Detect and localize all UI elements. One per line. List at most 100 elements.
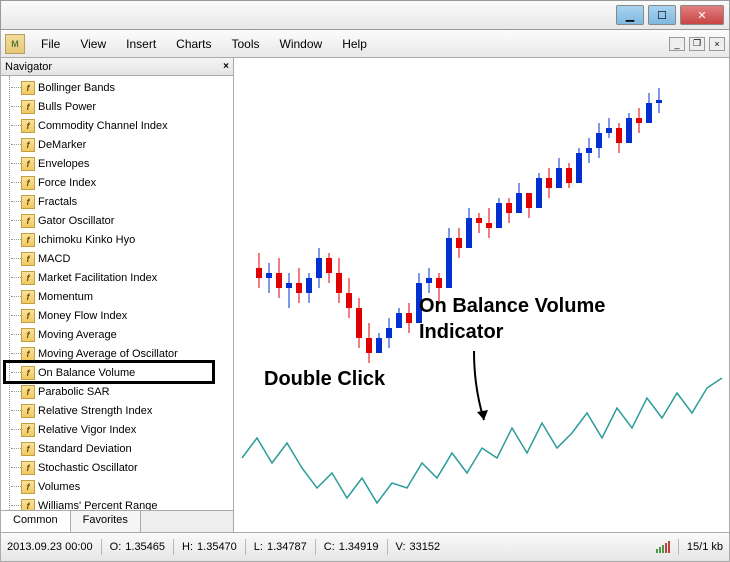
nav-tab-favorites[interactable]: Favorites (71, 511, 141, 532)
indicator-icon: f (21, 195, 35, 209)
mdi-close-button[interactable]: × (709, 37, 725, 51)
indicator-label: MACD (38, 253, 70, 265)
navigator-panel: Navigator × fBollinger BandsfBulls Power… (1, 58, 234, 532)
indicator-icon: f (21, 119, 35, 133)
chart-area[interactable]: Double Click On Balance Volume Indicator (234, 58, 729, 532)
menu-help[interactable]: Help (332, 33, 377, 55)
navigator-header: Navigator × (1, 58, 233, 76)
indicator-icon: f (21, 499, 35, 511)
indicator-label: Standard Deviation (38, 443, 132, 455)
navigator-tree[interactable]: fBollinger BandsfBulls PowerfCommodity C… (1, 76, 233, 510)
indicator-icon: f (21, 271, 35, 285)
indicator-icon: f (21, 214, 35, 228)
indicator-item[interactable]: fRelative Strength Index (21, 401, 233, 420)
indicator-item[interactable]: fMoney Flow Index (21, 306, 233, 325)
indicator-label: Bulls Power (38, 101, 96, 113)
indicator-icon: f (21, 442, 35, 456)
indicator-item[interactable]: fForce Index (21, 173, 233, 192)
indicator-label: Moving Average (38, 329, 117, 341)
obv-annotation-line2: Indicator (419, 321, 503, 344)
indicator-label: Bollinger Bands (38, 82, 115, 94)
double-click-annotation: Double Click (264, 368, 385, 391)
indicator-icon: f (21, 328, 35, 342)
status-kb: 15/1 kb (687, 541, 723, 553)
status-low-label: L: (254, 541, 263, 553)
nav-tab-common[interactable]: Common (1, 511, 71, 532)
indicator-item[interactable]: fIchimoku Kinko Hyo (21, 230, 233, 249)
indicator-icon: f (21, 366, 35, 380)
indicator-item[interactable]: fMomentum (21, 287, 233, 306)
indicator-label: Momentum (38, 291, 93, 303)
status-high: 1.35470 (197, 541, 237, 553)
status-low: 1.34787 (267, 541, 307, 553)
indicator-label: Commodity Channel Index (38, 120, 168, 132)
indicator-icon: f (21, 480, 35, 494)
status-open-label: O: (110, 541, 122, 553)
menu-file[interactable]: File (31, 33, 70, 55)
maximize-button[interactable]: ☐ (648, 5, 676, 25)
mdi-restore-button[interactable]: ❐ (689, 37, 705, 51)
indicator-icon: f (21, 252, 35, 266)
status-vol: 33152 (410, 541, 441, 553)
obv-annotation-line1: On Balance Volume (419, 295, 605, 318)
indicator-label: Moving Average of Oscillator (38, 348, 178, 360)
indicator-icon: f (21, 423, 35, 437)
status-close-label: C: (324, 541, 335, 553)
indicator-icon: f (21, 176, 35, 190)
indicator-item[interactable]: fMoving Average (21, 325, 233, 344)
indicator-item[interactable]: fMACD (21, 249, 233, 268)
menu-tools[interactable]: Tools (222, 33, 270, 55)
status-vol-label: V: (396, 541, 406, 553)
indicator-item[interactable]: fRelative Vigor Index (21, 420, 233, 439)
indicator-label: DeMarker (38, 139, 86, 151)
indicator-label: Envelopes (38, 158, 89, 170)
status-datetime: 2013.09.23 00:00 (7, 541, 93, 553)
indicator-label: Stochastic Oscillator (38, 462, 138, 474)
menu-insert[interactable]: Insert (116, 33, 166, 55)
indicator-label: Ichimoku Kinko Hyo (38, 234, 135, 246)
indicator-label: Force Index (38, 177, 96, 189)
indicator-icon: f (21, 290, 35, 304)
minimize-button[interactable]: ▁ (616, 5, 644, 25)
indicator-icon: f (21, 309, 35, 323)
status-high-label: H: (182, 541, 193, 553)
indicator-item[interactable]: fVolumes (21, 477, 233, 496)
indicator-item[interactable]: fGator Oscillator (21, 211, 233, 230)
status-close: 1.34919 (339, 541, 379, 553)
indicator-icon: f (21, 100, 35, 114)
indicator-item[interactable]: fCommodity Channel Index (21, 116, 233, 135)
indicator-icon: f (21, 138, 35, 152)
indicator-icon: f (21, 385, 35, 399)
navigator-close-button[interactable]: × (223, 61, 229, 72)
indicator-item[interactable]: fMarket Facilitation Index (21, 268, 233, 287)
indicator-icon: f (21, 233, 35, 247)
indicator-item[interactable]: fEnvelopes (21, 154, 233, 173)
titlebar: ▁ ☐ ✕ (0, 0, 730, 30)
indicator-label: Market Facilitation Index (38, 272, 157, 284)
app-icon: M (5, 34, 25, 54)
indicator-label: Relative Vigor Index (38, 424, 136, 436)
indicator-icon: f (21, 404, 35, 418)
indicator-item[interactable]: fWilliams' Percent Range (21, 496, 233, 510)
menu-view[interactable]: View (70, 33, 116, 55)
status-open: 1.35465 (125, 541, 165, 553)
indicator-item[interactable]: fMoving Average of Oscillator (21, 344, 233, 363)
close-button[interactable]: ✕ (680, 5, 724, 25)
menu-window[interactable]: Window (270, 33, 333, 55)
navigator-title: Navigator (5, 61, 52, 73)
indicator-item[interactable]: fBulls Power (21, 97, 233, 116)
indicator-item[interactable]: fOn Balance Volume (21, 363, 233, 382)
navigator-tabs: CommonFavorites (1, 510, 233, 532)
indicator-label: On Balance Volume (38, 367, 135, 379)
menu-charts[interactable]: Charts (166, 33, 221, 55)
indicator-item[interactable]: fParabolic SAR (21, 382, 233, 401)
indicator-item[interactable]: fBollinger Bands (21, 78, 233, 97)
mdi-minimize-button[interactable]: _ (669, 37, 685, 51)
indicator-item[interactable]: fStochastic Oscillator (21, 458, 233, 477)
indicator-label: Parabolic SAR (38, 386, 110, 398)
indicator-item[interactable]: fFractals (21, 192, 233, 211)
indicator-label: Money Flow Index (38, 310, 127, 322)
indicator-item[interactable]: fStandard Deviation (21, 439, 233, 458)
indicator-label: Fractals (38, 196, 77, 208)
indicator-item[interactable]: fDeMarker (21, 135, 233, 154)
